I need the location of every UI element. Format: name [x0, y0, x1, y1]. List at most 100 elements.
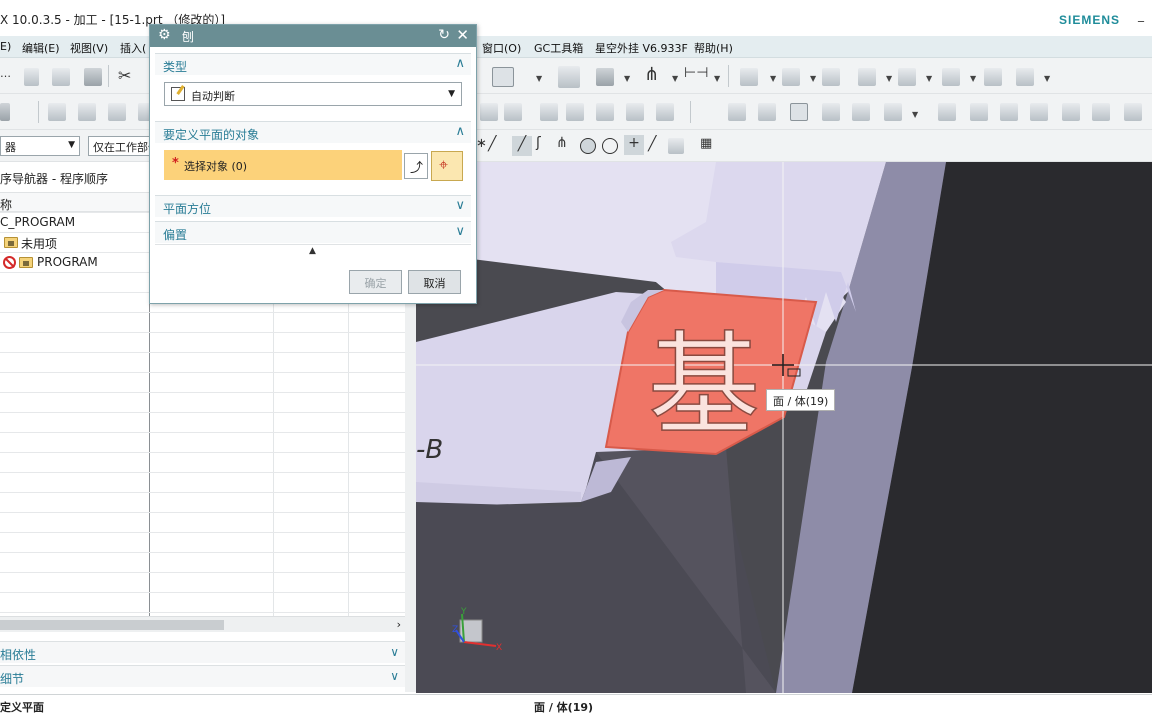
- snap-point-icon[interactable]: ∗: [476, 136, 487, 151]
- ok-button[interactable]: 确定: [349, 270, 402, 294]
- create-tool-icon[interactable]: [48, 103, 66, 121]
- gear-icon[interactable]: ⚙: [158, 27, 171, 43]
- box-view-icon[interactable]: [782, 68, 800, 86]
- snap-existing-point-icon[interactable]: +: [624, 135, 644, 155]
- layer-view-icon[interactable]: [858, 68, 876, 86]
- orientation-group-header[interactable]: 平面方位 ∨: [155, 195, 471, 217]
- paste-object-icon[interactable]: [1030, 103, 1048, 121]
- new-file-icon[interactable]: [24, 68, 39, 86]
- snap-intersect-icon[interactable]: ⋔: [556, 135, 568, 151]
- chevron-down-icon[interactable]: ▼: [970, 74, 976, 83]
- cut-icon[interactable]: ✂: [118, 66, 131, 85]
- create-geometry-icon[interactable]: [78, 103, 96, 121]
- save-icon[interactable]: [84, 68, 102, 86]
- toolbar-separator: [108, 65, 109, 87]
- measure-icon[interactable]: ⊢⊣: [684, 65, 708, 81]
- clip-view-icon[interactable]: [822, 68, 840, 86]
- gouge-check-icon[interactable]: [656, 103, 674, 121]
- snap-on-face-icon[interactable]: [668, 138, 684, 154]
- chevron-down-icon[interactable]: ▼: [886, 74, 892, 83]
- chevron-down-icon[interactable]: ▼: [926, 74, 932, 83]
- chevron-down-icon[interactable]: ▼: [536, 74, 542, 83]
- menu-window[interactable]: 窗口(O): [482, 40, 521, 56]
- iso-view-icon[interactable]: [1016, 68, 1034, 86]
- close-icon[interactable]: ✕: [456, 26, 469, 44]
- chevron-down-icon[interactable]: ▼: [912, 110, 918, 119]
- type-filter-combo[interactable]: 器 ▼: [0, 136, 80, 156]
- chevron-down-icon[interactable]: ▼: [714, 74, 720, 83]
- orient-view-icon[interactable]: [898, 68, 916, 86]
- create-program-icon[interactable]: [0, 103, 10, 121]
- path-display-icon[interactable]: [884, 103, 902, 121]
- snap-center-icon[interactable]: [580, 138, 596, 154]
- reset-icon[interactable]: ↻: [438, 27, 450, 43]
- align-icon[interactable]: [938, 103, 956, 121]
- dialog-titlebar[interactable]: ⚙ 刨 ↻ ✕: [150, 25, 476, 47]
- wireframe-view-icon[interactable]: [984, 68, 1002, 86]
- menu-gc-toolbox[interactable]: GC工具箱: [534, 40, 583, 56]
- snap-on-curve-icon[interactable]: ╱: [648, 136, 656, 152]
- verify-toolpath-icon[interactable]: [596, 68, 614, 86]
- chevron-down-icon[interactable]: ▼: [810, 74, 816, 83]
- graphics-viewport[interactable]: 基 -B X Y Z: [416, 162, 1152, 693]
- minimize-button[interactable]: _: [1138, 8, 1152, 22]
- menu-help[interactable]: 帮助(H): [694, 40, 733, 56]
- snap-line-icon[interactable]: ╱: [488, 136, 496, 152]
- edit-object-icon[interactable]: [728, 103, 746, 121]
- post-process-icon[interactable]: [540, 103, 558, 121]
- scroll-right-icon[interactable]: ›: [397, 618, 401, 631]
- tool-axis-icon[interactable]: ⋔: [644, 64, 659, 85]
- cancel-button[interactable]: 取消: [408, 270, 461, 294]
- feedrate-icon[interactable]: [822, 103, 840, 121]
- verify-icon[interactable]: [626, 103, 644, 121]
- delete-object-icon[interactable]: [1092, 103, 1110, 121]
- rename-icon[interactable]: [1062, 103, 1080, 121]
- menu-insert[interactable]: 插入(: [120, 40, 146, 56]
- transform-icon[interactable]: [970, 103, 988, 121]
- select-object-row[interactable]: * 选择对象 (0): [164, 150, 402, 180]
- shop-doc-icon[interactable]: [566, 103, 584, 121]
- snap-grid-icon[interactable]: ▦: [700, 136, 712, 151]
- model-view[interactable]: 基 -B X Y Z: [416, 162, 1152, 693]
- chevron-down-icon[interactable]: ▼: [770, 74, 776, 83]
- display-mode-icon[interactable]: [492, 67, 514, 87]
- snap-curve-icon[interactable]: ʃ: [536, 135, 541, 151]
- dependency-section[interactable]: 相依性 ∨: [0, 641, 405, 663]
- section-view-icon[interactable]: [942, 68, 960, 86]
- create-method-icon[interactable]: [108, 103, 126, 121]
- machine-tool-icon[interactable]: [558, 66, 580, 88]
- list-info-icon[interactable]: [790, 103, 808, 121]
- chevron-down-icon[interactable]: ▼: [1044, 74, 1050, 83]
- snap-end-icon[interactable]: ╱: [512, 136, 532, 156]
- scope-filter-combo[interactable]: 仅在工作部件: [88, 136, 152, 156]
- menu-xingkong-plugin[interactable]: 星空外挂 V6.933F: [595, 40, 688, 56]
- simulate-icon[interactable]: [596, 103, 614, 121]
- copy-object-icon[interactable]: [1000, 103, 1018, 121]
- navigator-hscrollbar[interactable]: ›: [0, 616, 405, 632]
- menu-edit[interactable]: 编辑(E): [22, 40, 60, 56]
- grid-line: [0, 392, 405, 393]
- toolbar-separator: [38, 101, 39, 123]
- cut-object-icon[interactable]: [758, 103, 776, 121]
- replay-path-icon[interactable]: [504, 103, 522, 121]
- point-dialog-button[interactable]: ⌖: [431, 151, 463, 181]
- menu-file[interactable]: E): [0, 40, 11, 53]
- chevron-down-icon[interactable]: ▼: [672, 74, 678, 83]
- snap-quadrant-icon[interactable]: [602, 138, 618, 154]
- open-folder-icon[interactable]: [52, 68, 70, 86]
- more-tools-icon[interactable]: [1124, 103, 1142, 121]
- details-section[interactable]: 细节 ∨: [0, 665, 405, 687]
- scrollbar-thumb[interactable]: [0, 620, 224, 630]
- generate-path-icon[interactable]: [480, 103, 498, 121]
- object-group-header[interactable]: 要定义平面的对象 ∧: [155, 121, 471, 143]
- shaded-view-icon[interactable]: [740, 68, 758, 86]
- menu-view[interactable]: 视图(V): [70, 40, 108, 56]
- chevron-down-icon[interactable]: ▼: [624, 74, 630, 83]
- select-curve-button[interactable]: ⤴: [404, 153, 428, 179]
- tool-display-icon[interactable]: [852, 103, 870, 121]
- start-dropdown-icon[interactable]: …: [0, 67, 11, 80]
- more-options-bar[interactable]: ▲: [155, 244, 471, 260]
- type-group-header[interactable]: 类型 ∧: [155, 53, 471, 75]
- offset-group-header[interactable]: 偏置 ∨: [155, 221, 471, 243]
- type-select[interactable]: 自动判断 ▼: [164, 82, 462, 106]
